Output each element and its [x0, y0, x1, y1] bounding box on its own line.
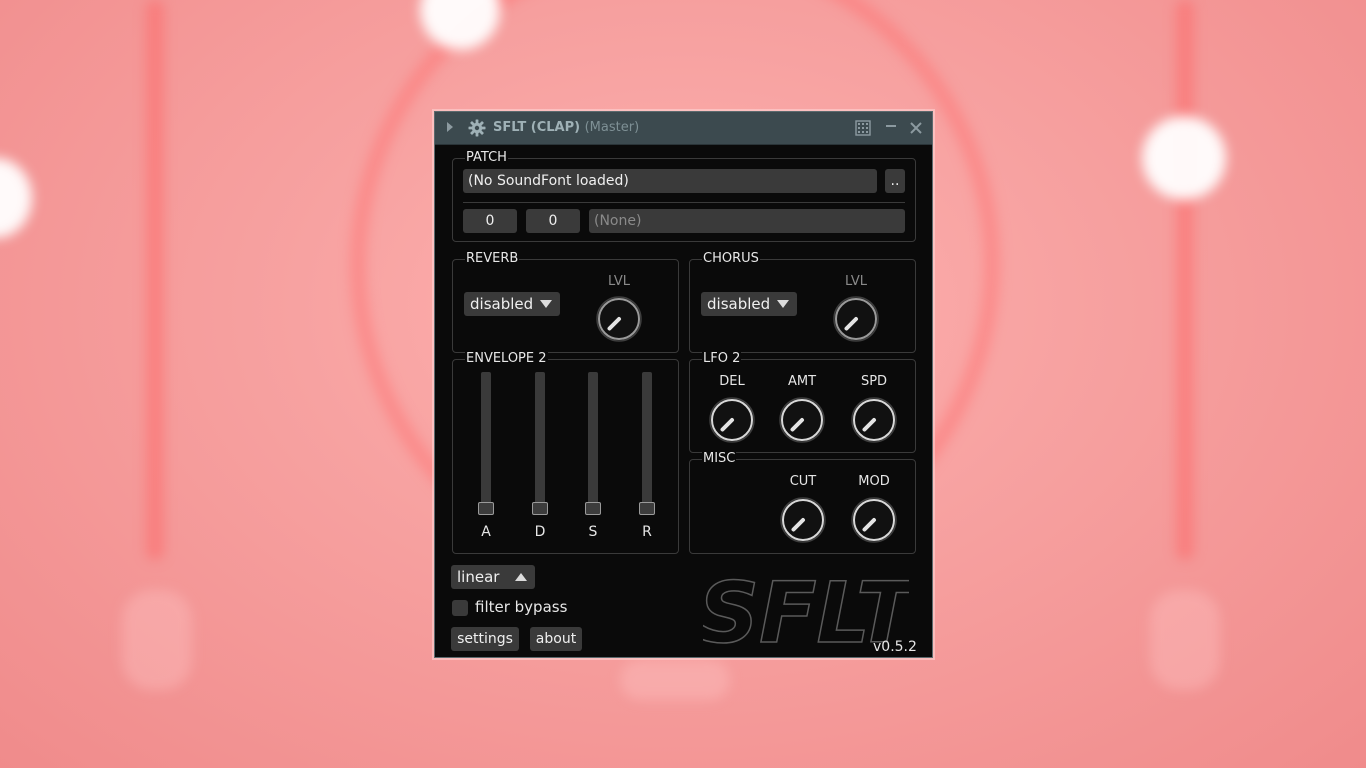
background-dot [420, 0, 500, 50]
about-button[interactable]: about [530, 627, 582, 651]
reverb-level-knob[interactable] [596, 296, 642, 342]
chorus-level-knob[interactable] [833, 296, 879, 342]
lfo-panel: LFO 2 DEL AMT SPD [689, 351, 916, 453]
release-slider-label: R [642, 524, 652, 540]
reverb-label: REVERB [465, 251, 520, 267]
lfo-amount-label: AMT [787, 374, 817, 389]
decay-slider-label: D [534, 524, 546, 540]
curve-value: linear [457, 568, 500, 586]
chevron-down-icon [777, 300, 789, 308]
patch-divider [463, 202, 905, 203]
background-dot [1142, 116, 1226, 200]
background-dot [0, 158, 32, 238]
release-slider-handle[interactable] [639, 502, 655, 515]
chorus-mode-dropdown[interactable]: disabled [701, 292, 797, 316]
soundfont-field[interactable]: (No SoundFont loaded) [463, 169, 877, 193]
lfo-speed-knob[interactable] [851, 397, 897, 443]
reverb-mode-value: disabled [470, 295, 534, 313]
triangle-right-icon[interactable] [447, 122, 453, 132]
mod-label: MOD [858, 474, 890, 489]
lfo-delay-knob[interactable] [709, 397, 755, 443]
chorus-label: CHORUS [702, 251, 760, 267]
reverb-panel: REVERB disabled LVL [452, 251, 679, 353]
curve-dropdown[interactable]: linear [451, 565, 535, 589]
cutoff-knob[interactable] [780, 497, 826, 543]
version-label: v0.5.2 [873, 639, 917, 655]
patch-panel: PATCH (No SoundFont loaded) .. 0 0 (None… [452, 150, 916, 242]
background-smudge [1150, 590, 1220, 690]
chorus-level-label: LVL [845, 274, 867, 289]
chorus-mode-value: disabled [707, 295, 771, 313]
envelope-label: ENVELOPE 2 [465, 351, 548, 367]
sustain-slider-label: S [588, 524, 598, 540]
gear-icon [468, 119, 486, 137]
chorus-panel: CHORUS disabled LVL [689, 251, 916, 353]
title-bar[interactable]: SFLT (CLAP) (Master) [435, 112, 932, 145]
chevron-down-icon [540, 300, 552, 308]
background-smudge [620, 660, 730, 700]
lfo-speed-label: SPD [860, 374, 888, 389]
attack-slider-label: A [481, 524, 491, 540]
lfo-amount-knob[interactable] [779, 397, 825, 443]
reverb-level-label: LVL [608, 274, 630, 289]
background-line [1176, 0, 1194, 560]
window-title-text: SFLT (CLAP) [493, 120, 581, 135]
browse-button[interactable]: .. [885, 169, 905, 193]
background-line [146, 0, 164, 560]
misc-panel: MISC CUT MOD [689, 451, 916, 554]
program-field[interactable]: 0 [526, 209, 580, 233]
patch-label: PATCH [465, 150, 508, 166]
minimize-icon[interactable] [881, 118, 901, 138]
misc-label: MISC [702, 451, 737, 467]
release-slider-track[interactable] [642, 372, 652, 510]
grid-icon[interactable] [853, 118, 873, 138]
decay-slider-track[interactable] [535, 372, 545, 510]
close-icon[interactable] [906, 118, 926, 138]
window-title: SFLT (CLAP) (Master) [493, 120, 639, 135]
lfo-delay-label: DEL [719, 374, 745, 389]
plugin-body: PATCH (No SoundFont loaded) .. 0 0 (None… [435, 145, 932, 657]
window-subtitle: (Master) [584, 120, 640, 135]
settings-button[interactable]: settings [451, 627, 519, 651]
attack-slider-track[interactable] [481, 372, 491, 510]
reverb-mode-dropdown[interactable]: disabled [464, 292, 560, 316]
bank-field[interactable]: 0 [463, 209, 517, 233]
decay-slider-handle[interactable] [532, 502, 548, 515]
sustain-slider-track[interactable] [588, 372, 598, 510]
envelope-panel: ENVELOPE 2 A D S R [452, 351, 679, 554]
attack-slider-handle[interactable] [478, 502, 494, 515]
filter-bypass-checkbox[interactable] [452, 600, 468, 616]
chevron-up-icon [515, 573, 527, 581]
mod-knob[interactable] [851, 497, 897, 543]
lfo-label: LFO 2 [702, 351, 742, 367]
filter-bypass-label: filter bypass [475, 598, 568, 616]
background-smudge [122, 590, 192, 690]
sustain-slider-handle[interactable] [585, 502, 601, 515]
plugin-window: SFLT (CLAP) (Master) PATCH (No SoundFont… [434, 111, 933, 658]
preset-name-field: (None) [589, 209, 905, 233]
cutoff-label: CUT [789, 474, 817, 489]
